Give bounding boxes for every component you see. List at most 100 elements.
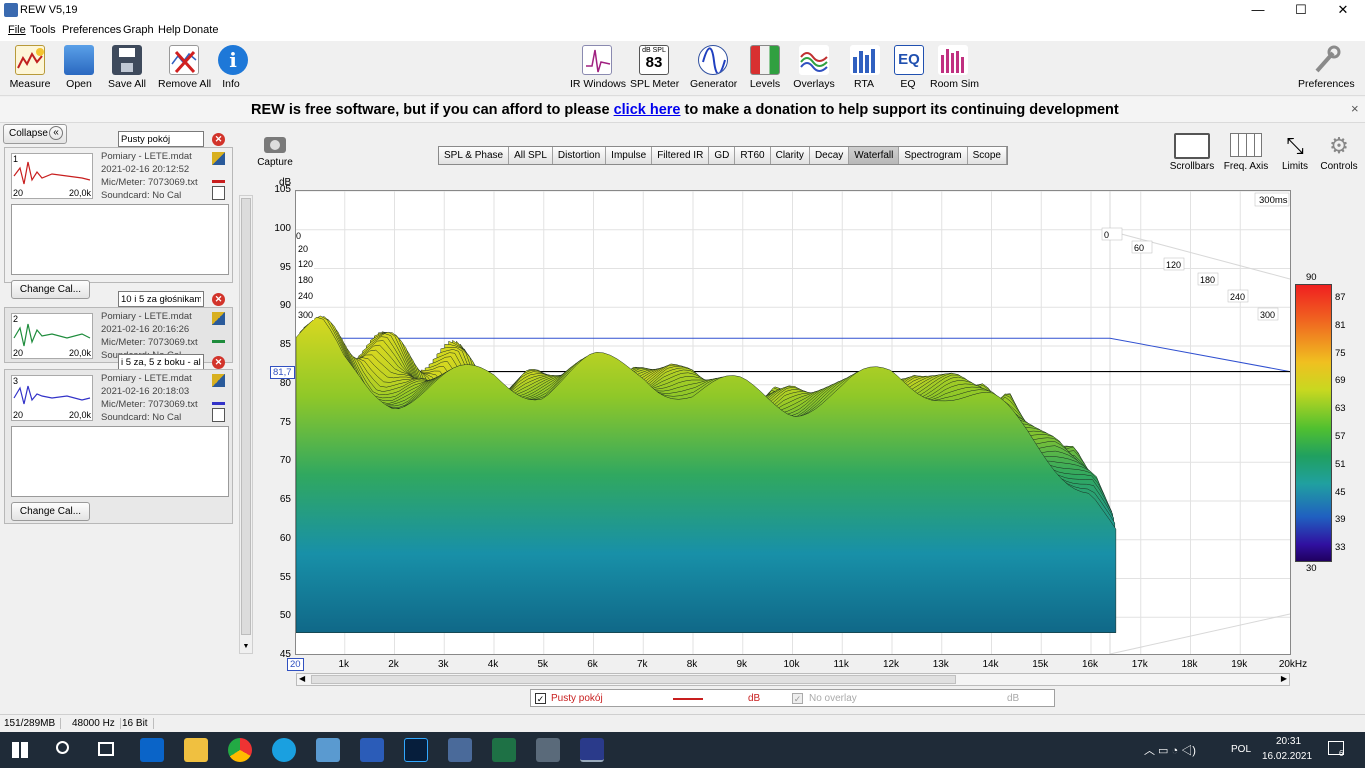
scroll-down-arrow-icon[interactable]: ▼: [241, 642, 251, 652]
edit-info-icon[interactable]: [212, 312, 225, 325]
change-cal-button[interactable]: Change Cal...: [11, 280, 90, 299]
scrollbar-thumb[interactable]: [241, 198, 251, 635]
tab-impulse[interactable]: Impulse: [606, 147, 653, 164]
chrome-icon[interactable]: [228, 738, 252, 762]
close-button[interactable]: ✕: [1321, 0, 1365, 21]
waterfall-plot[interactable]: 0 20 120 180 240 300 0 60 120 180 240 300 300ms: [295, 190, 1291, 657]
donate-link[interactable]: click here: [614, 102, 681, 118]
ir-windows-button[interactable]: IR Windows: [570, 43, 626, 90]
measurement-name-input[interactable]: [118, 354, 204, 370]
start-icon[interactable]: [12, 742, 28, 758]
scrollbar-thumb[interactable]: [311, 675, 956, 684]
tray-icons[interactable]: ︿ ▭ ◔ ◁): [1144, 742, 1196, 758]
notes-icon[interactable]: [212, 186, 225, 200]
calculator-icon[interactable]: [536, 738, 560, 762]
edit-info-icon[interactable]: [212, 152, 225, 165]
clock-date[interactable]: 16.02.2021: [1262, 751, 1312, 762]
rew-icon[interactable]: [580, 738, 604, 762]
tab-spectrogram[interactable]: Spectrogram: [899, 147, 968, 164]
overlays-button[interactable]: Overlays: [793, 43, 835, 90]
eq-button[interactable]: EQ EQ: [894, 43, 924, 90]
time-label: 240: [298, 291, 313, 301]
measurement-thumbnail[interactable]: 3 20 20,0k: [11, 375, 93, 421]
tab-all-spl[interactable]: All SPL: [509, 147, 553, 164]
menu-donate[interactable]: Donate: [183, 24, 218, 36]
levels-button[interactable]: Levels: [748, 43, 782, 90]
series2-name: No overlay: [809, 693, 857, 704]
info-button[interactable]: i Info: [218, 43, 248, 90]
app-icon[interactable]: [316, 738, 340, 762]
line-color-icon[interactable]: [212, 330, 225, 343]
notes-icon[interactable]: [212, 408, 225, 422]
measurements-scrollbar[interactable]: ▼: [239, 195, 253, 654]
menu-graph[interactable]: Graph: [123, 24, 154, 36]
preferences-button[interactable]: Preferences: [1298, 43, 1355, 90]
task-view-icon[interactable]: [98, 742, 114, 756]
measurement-thumbnail[interactable]: 1 20 20,0k: [11, 153, 93, 199]
series1-checkbox[interactable]: ✓: [535, 693, 546, 704]
line-color-icon[interactable]: [212, 392, 225, 405]
color-scale-tick: 90: [1306, 272, 1317, 283]
controls-button[interactable]: ⚙ Controls: [1318, 133, 1360, 172]
skype-icon[interactable]: [272, 738, 296, 762]
save-app-icon[interactable]: [448, 738, 472, 762]
y-tick-label: 60: [279, 532, 291, 544]
horizontal-scrollbar[interactable]: ◀ ▶: [296, 673, 1290, 686]
tab-distortion[interactable]: Distortion: [552, 147, 607, 164]
outlook-icon[interactable]: [140, 738, 164, 762]
measurement-name-input[interactable]: [118, 131, 204, 147]
tab-rt60[interactable]: RT60: [735, 147, 771, 164]
tab-filtered-ir[interactable]: Filtered IR: [652, 147, 710, 164]
save-all-button[interactable]: Save All: [106, 43, 148, 90]
remove-all-button[interactable]: Remove All: [158, 43, 211, 90]
tab-gd[interactable]: GD: [709, 147, 736, 164]
scrollbars-button[interactable]: Scrollbars: [1168, 133, 1216, 172]
remove-measurement-icon[interactable]: ✕: [212, 356, 225, 369]
x-tick-label: 12k: [882, 659, 900, 670]
menu-file[interactable]: File: [8, 24, 26, 36]
tab-waterfall[interactable]: Waterfall: [849, 147, 900, 164]
measurement-thumbnail[interactable]: 2 20 20,0k: [11, 313, 93, 359]
line-color-icon[interactable]: [212, 170, 225, 183]
x-tick-label: 10k: [783, 659, 800, 670]
photoshop-icon[interactable]: [404, 738, 428, 762]
memory-status: 151/289MB: [4, 718, 62, 729]
generator-button[interactable]: Generator: [690, 43, 737, 90]
capture-button[interactable]: Capture: [257, 137, 293, 168]
remove-measurement-icon[interactable]: ✕: [212, 133, 225, 146]
clock-time[interactable]: 20:31: [1276, 736, 1301, 747]
menu-help[interactable]: Help: [158, 24, 181, 36]
scroll-right-arrow-icon[interactable]: ▶: [1281, 674, 1287, 683]
edit-info-icon[interactable]: [212, 374, 225, 387]
measurement-notes[interactable]: [11, 426, 229, 497]
series2-checkbox[interactable]: ✓: [792, 693, 803, 704]
notification-count: 6: [1339, 749, 1344, 758]
maximize-button[interactable]: ☐: [1279, 0, 1323, 21]
word-icon[interactable]: [360, 738, 384, 762]
menu-tools[interactable]: Tools: [30, 24, 56, 36]
tab-clarity[interactable]: Clarity: [770, 147, 810, 164]
banner-close-button[interactable]: ×: [1351, 101, 1359, 116]
measurement-name-input[interactable]: [118, 291, 204, 307]
tab-spl-phase[interactable]: SPL & Phase: [439, 147, 510, 164]
tab-scope[interactable]: Scope: [967, 147, 1007, 164]
excel-icon[interactable]: [492, 738, 516, 762]
spl-meter-button[interactable]: dB SPL 83 SPL Meter: [630, 43, 679, 90]
y-tick-label: 75: [279, 416, 291, 428]
rta-button[interactable]: RTA: [850, 43, 880, 90]
freq-axis-button[interactable]: Freq. Axis: [1222, 133, 1270, 172]
room-sim-button[interactable]: Room Sim: [930, 43, 979, 90]
measurement-notes[interactable]: [11, 204, 229, 275]
limits-button[interactable]: ⤡ Limits: [1276, 133, 1314, 172]
search-icon[interactable]: [56, 741, 69, 754]
file-explorer-icon[interactable]: [184, 738, 208, 762]
minimize-button[interactable]: —: [1236, 0, 1280, 21]
change-cal-button[interactable]: Change Cal...: [11, 502, 90, 521]
tab-decay[interactable]: Decay: [809, 147, 850, 164]
remove-measurement-icon[interactable]: ✕: [212, 293, 225, 306]
scroll-left-arrow-icon[interactable]: ◀: [299, 674, 305, 683]
menu-preferences[interactable]: Preferences: [62, 24, 121, 36]
open-button[interactable]: Open: [62, 43, 96, 90]
measure-button[interactable]: Measure: [8, 43, 52, 90]
language-indicator[interactable]: POL: [1231, 744, 1251, 755]
